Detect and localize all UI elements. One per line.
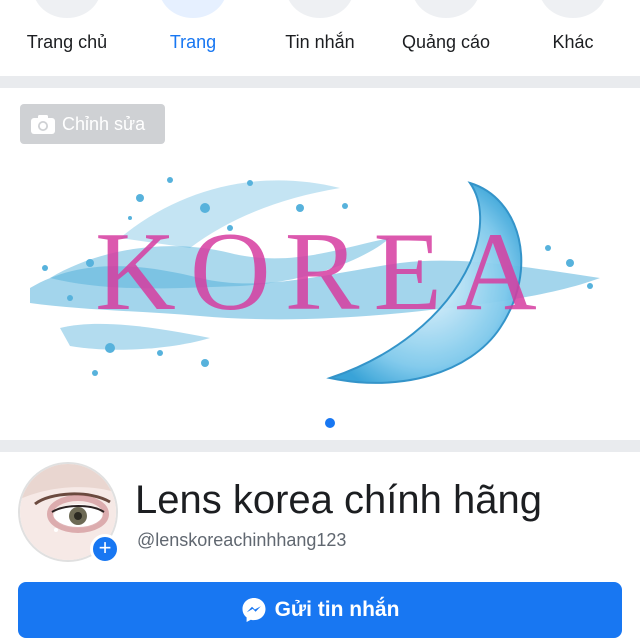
nav-tab-page-icon bbox=[159, 0, 227, 18]
nav-tab-ads-icon bbox=[412, 0, 480, 18]
section-divider bbox=[0, 440, 640, 452]
cover-photo[interactable]: KOREA Chỉnh sửa bbox=[0, 88, 640, 440]
page-title: Lens korea chính hãng bbox=[135, 478, 542, 522]
camera-icon bbox=[31, 115, 55, 134]
section-divider bbox=[0, 76, 640, 88]
page-profile-header: + Lens korea chính hãng @lenskoreachinhh… bbox=[0, 452, 640, 640]
profile-avatar-container: + bbox=[18, 462, 120, 564]
plus-icon[interactable]: + bbox=[90, 534, 120, 564]
carousel-indicator-dot bbox=[325, 418, 335, 428]
cover-korea-text: KOREA bbox=[95, 210, 551, 334]
nav-tab-ads[interactable]: Quảng cáo bbox=[381, 0, 511, 76]
edit-cover-label: Chỉnh sửa bbox=[62, 113, 146, 134]
top-navigation: Trang chủ Trang Tin nhắn Quảng cáo Khác bbox=[0, 0, 640, 76]
nav-tab-home-icon bbox=[33, 0, 101, 18]
page-username: @lenskoreachinhhang123 bbox=[137, 530, 347, 550]
edit-cover-button[interactable]: Chỉnh sửa bbox=[20, 104, 165, 144]
send-message-label: Gửi tin nhắn bbox=[274, 598, 400, 621]
nav-tab-label: Trang chủ bbox=[26, 32, 108, 52]
nav-tab-page[interactable]: Trang bbox=[128, 0, 258, 76]
nav-tab-messages[interactable]: Tin nhắn bbox=[255, 0, 385, 76]
nav-tab-label: Quảng cáo bbox=[401, 32, 491, 52]
nav-tab-home[interactable]: Trang chủ bbox=[2, 0, 132, 76]
nav-tab-messages-icon bbox=[286, 0, 354, 18]
send-message-button[interactable]: Gửi tin nhắn bbox=[18, 582, 622, 638]
nav-tab-label: Tin nhắn bbox=[285, 32, 355, 52]
nav-tab-label: Trang bbox=[169, 32, 217, 52]
nav-tab-more-icon bbox=[539, 0, 607, 18]
nav-tab-more[interactable]: Khác bbox=[508, 0, 638, 76]
nav-tab-label: Khác bbox=[552, 32, 594, 52]
messenger-icon bbox=[242, 598, 266, 622]
